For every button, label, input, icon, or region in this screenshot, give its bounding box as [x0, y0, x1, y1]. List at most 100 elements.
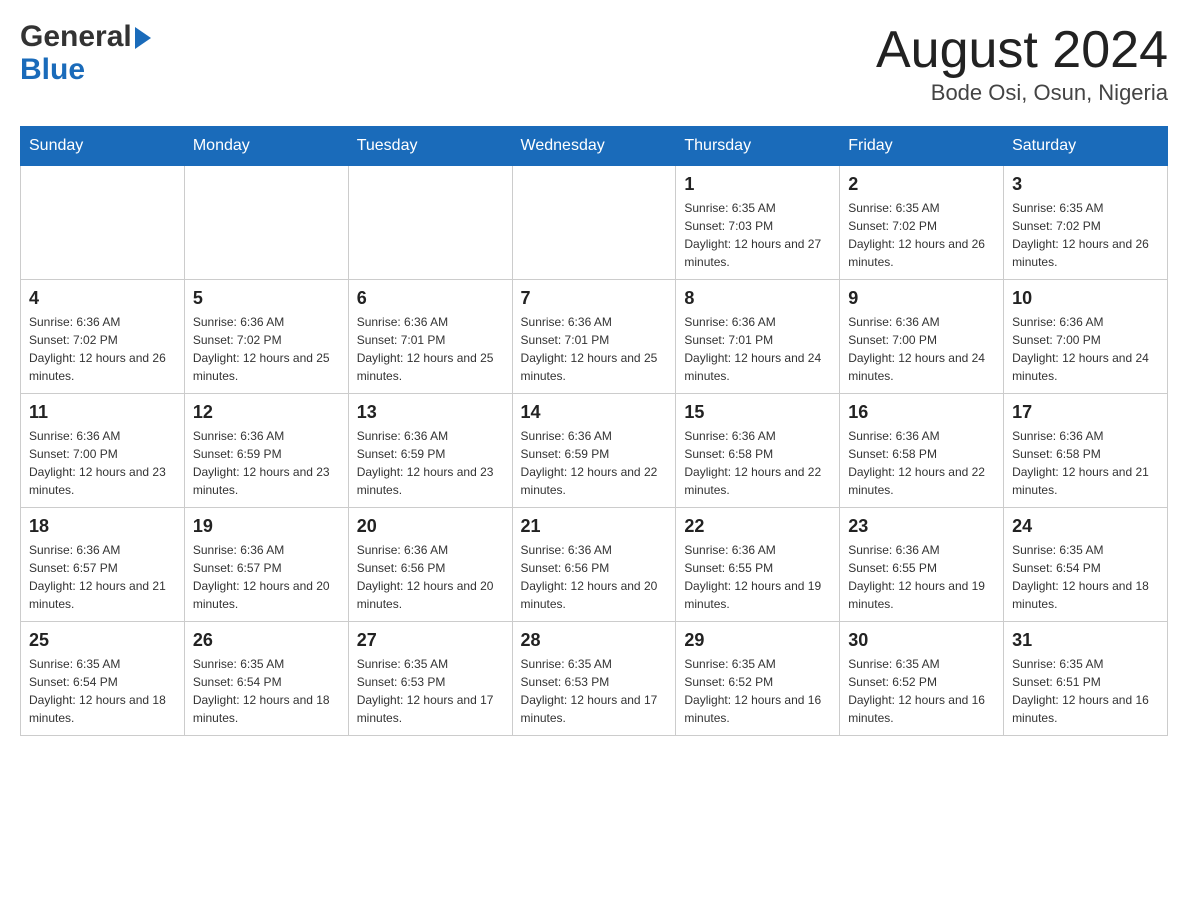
col-sunday: Sunday — [21, 127, 185, 166]
day-info: Sunrise: 6:36 AM Sunset: 6:57 PM Dayligh… — [29, 541, 176, 613]
table-row: 23 Sunrise: 6:36 AM Sunset: 6:55 PM Dayli… — [840, 508, 1004, 622]
day-info: Sunrise: 6:36 AM Sunset: 6:55 PM Dayligh… — [684, 541, 831, 613]
table-row: 2 Sunrise: 6:35 AM Sunset: 7:02 PM Daylig… — [840, 166, 1004, 280]
table-row — [512, 166, 676, 280]
logo-triangle-icon — [135, 27, 151, 49]
day-number: 16 — [848, 402, 995, 423]
day-info: Sunrise: 6:35 AM Sunset: 6:52 PM Dayligh… — [848, 655, 995, 727]
table-row: 7 Sunrise: 6:36 AM Sunset: 7:01 PM Daylig… — [512, 280, 676, 394]
table-row: 30 Sunrise: 6:35 AM Sunset: 6:52 PM Dayli… — [840, 622, 1004, 736]
day-info: Sunrise: 6:35 AM Sunset: 6:53 PM Dayligh… — [357, 655, 504, 727]
col-wednesday: Wednesday — [512, 127, 676, 166]
table-row: 10 Sunrise: 6:36 AM Sunset: 7:00 PM Dayli… — [1004, 280, 1168, 394]
day-number: 24 — [1012, 516, 1159, 537]
day-number: 3 — [1012, 174, 1159, 195]
day-number: 7 — [521, 288, 668, 309]
day-info: Sunrise: 6:36 AM Sunset: 7:00 PM Dayligh… — [1012, 313, 1159, 385]
day-number: 20 — [357, 516, 504, 537]
page-header: General Blue August 2024 Bode Osi, Osun,… — [20, 20, 1168, 106]
table-row: 31 Sunrise: 6:35 AM Sunset: 6:51 PM Dayli… — [1004, 622, 1168, 736]
calendar-title: August 2024 — [876, 20, 1168, 80]
calendar-week-row: 11 Sunrise: 6:36 AM Sunset: 7:00 PM Dayli… — [21, 394, 1168, 508]
day-number: 13 — [357, 402, 504, 423]
logo: General Blue — [20, 20, 151, 86]
day-info: Sunrise: 6:36 AM Sunset: 6:58 PM Dayligh… — [1012, 427, 1159, 499]
day-number: 12 — [193, 402, 340, 423]
day-number: 5 — [193, 288, 340, 309]
day-number: 22 — [684, 516, 831, 537]
day-number: 23 — [848, 516, 995, 537]
calendar-table: Sunday Monday Tuesday Wednesday Thursday… — [20, 126, 1168, 736]
table-row: 20 Sunrise: 6:36 AM Sunset: 6:56 PM Dayli… — [348, 508, 512, 622]
day-info: Sunrise: 6:35 AM Sunset: 6:53 PM Dayligh… — [521, 655, 668, 727]
day-info: Sunrise: 6:35 AM Sunset: 7:02 PM Dayligh… — [1012, 199, 1159, 271]
table-row: 14Sunrise: 6:36 AM Sunset: 6:59 PM Dayli… — [512, 394, 676, 508]
day-info: Sunrise: 6:36 AM Sunset: 6:57 PM Dayligh… — [193, 541, 340, 613]
day-info: Sunrise: 6:36 AM Sunset: 6:56 PM Dayligh… — [521, 541, 668, 613]
table-row: 28 Sunrise: 6:35 AM Sunset: 6:53 PM Dayli… — [512, 622, 676, 736]
day-info: Sunrise: 6:35 AM Sunset: 6:54 PM Dayligh… — [1012, 541, 1159, 613]
day-number: 9 — [848, 288, 995, 309]
table-row: 16 Sunrise: 6:36 AM Sunset: 6:58 PM Dayli… — [840, 394, 1004, 508]
day-info: Sunrise: 6:36 AM Sunset: 6:56 PM Dayligh… — [357, 541, 504, 613]
table-row: 24 Sunrise: 6:35 AM Sunset: 6:54 PM Dayli… — [1004, 508, 1168, 622]
table-row: 21 Sunrise: 6:36 AM Sunset: 6:56 PM Dayli… — [512, 508, 676, 622]
calendar-week-row: 1Sunrise: 6:35 AM Sunset: 7:03 PM Daylig… — [21, 166, 1168, 280]
table-row: 12 Sunrise: 6:36 AM Sunset: 6:59 PM Dayli… — [184, 394, 348, 508]
day-info: Sunrise: 6:36 AM Sunset: 7:01 PM Dayligh… — [684, 313, 831, 385]
table-row — [348, 166, 512, 280]
day-info: Sunrise: 6:36 AM Sunset: 7:01 PM Dayligh… — [521, 313, 668, 385]
day-number: 29 — [684, 630, 831, 651]
table-row: 19 Sunrise: 6:36 AM Sunset: 6:57 PM Dayli… — [184, 508, 348, 622]
table-row: 22 Sunrise: 6:36 AM Sunset: 6:55 PM Dayli… — [676, 508, 840, 622]
day-number: 2 — [848, 174, 995, 195]
day-number: 31 — [1012, 630, 1159, 651]
table-row — [184, 166, 348, 280]
table-row: 3 Sunrise: 6:35 AM Sunset: 7:02 PM Daylig… — [1004, 166, 1168, 280]
table-row: 9Sunrise: 6:36 AM Sunset: 7:00 PM Daylig… — [840, 280, 1004, 394]
day-number: 14 — [521, 402, 668, 423]
col-tuesday: Tuesday — [348, 127, 512, 166]
day-number: 10 — [1012, 288, 1159, 309]
table-row: 1Sunrise: 6:35 AM Sunset: 7:03 PM Daylig… — [676, 166, 840, 280]
day-info: Sunrise: 6:36 AM Sunset: 6:55 PM Dayligh… — [848, 541, 995, 613]
table-row: 17 Sunrise: 6:36 AM Sunset: 6:58 PM Dayli… — [1004, 394, 1168, 508]
day-info: Sunrise: 6:35 AM Sunset: 6:54 PM Dayligh… — [29, 655, 176, 727]
day-info: Sunrise: 6:36 AM Sunset: 6:58 PM Dayligh… — [684, 427, 831, 499]
table-row: 11 Sunrise: 6:36 AM Sunset: 7:00 PM Dayli… — [21, 394, 185, 508]
table-row: 4Sunrise: 6:36 AM Sunset: 7:02 PM Daylig… — [21, 280, 185, 394]
day-number: 21 — [521, 516, 668, 537]
table-row: 26Sunrise: 6:35 AM Sunset: 6:54 PM Dayli… — [184, 622, 348, 736]
day-info: Sunrise: 6:36 AM Sunset: 6:59 PM Dayligh… — [357, 427, 504, 499]
table-row: 5 Sunrise: 6:36 AM Sunset: 7:02 PM Daylig… — [184, 280, 348, 394]
calendar-subtitle: Bode Osi, Osun, Nigeria — [876, 80, 1168, 106]
day-number: 30 — [848, 630, 995, 651]
day-number: 8 — [684, 288, 831, 309]
day-number: 27 — [357, 630, 504, 651]
day-number: 4 — [29, 288, 176, 309]
calendar-week-row: 18Sunrise: 6:36 AM Sunset: 6:57 PM Dayli… — [21, 508, 1168, 622]
day-number: 28 — [521, 630, 668, 651]
calendar-week-row: 25Sunrise: 6:35 AM Sunset: 6:54 PM Dayli… — [21, 622, 1168, 736]
day-info: Sunrise: 6:35 AM Sunset: 6:52 PM Dayligh… — [684, 655, 831, 727]
table-row: 27 Sunrise: 6:35 AM Sunset: 6:53 PM Dayli… — [348, 622, 512, 736]
col-monday: Monday — [184, 127, 348, 166]
day-info: Sunrise: 6:35 AM Sunset: 6:51 PM Dayligh… — [1012, 655, 1159, 727]
day-info: Sunrise: 6:36 AM Sunset: 6:59 PM Dayligh… — [193, 427, 340, 499]
day-info: Sunrise: 6:36 AM Sunset: 6:58 PM Dayligh… — [848, 427, 995, 499]
day-info: Sunrise: 6:35 AM Sunset: 7:02 PM Dayligh… — [848, 199, 995, 271]
day-number: 15 — [684, 402, 831, 423]
day-number: 11 — [29, 402, 176, 423]
day-number: 19 — [193, 516, 340, 537]
day-info: Sunrise: 6:36 AM Sunset: 7:02 PM Dayligh… — [193, 313, 340, 385]
day-info: Sunrise: 6:35 AM Sunset: 7:03 PM Dayligh… — [684, 199, 831, 271]
day-number: 17 — [1012, 402, 1159, 423]
table-row: 29 Sunrise: 6:35 AM Sunset: 6:52 PM Dayli… — [676, 622, 840, 736]
col-thursday: Thursday — [676, 127, 840, 166]
day-info: Sunrise: 6:36 AM Sunset: 7:00 PM Dayligh… — [29, 427, 176, 499]
table-row: 25Sunrise: 6:35 AM Sunset: 6:54 PM Dayli… — [21, 622, 185, 736]
logo-blue: Blue — [20, 53, 85, 86]
table-row: 18Sunrise: 6:36 AM Sunset: 6:57 PM Dayli… — [21, 508, 185, 622]
table-row — [21, 166, 185, 280]
logo-general: General — [20, 20, 132, 53]
